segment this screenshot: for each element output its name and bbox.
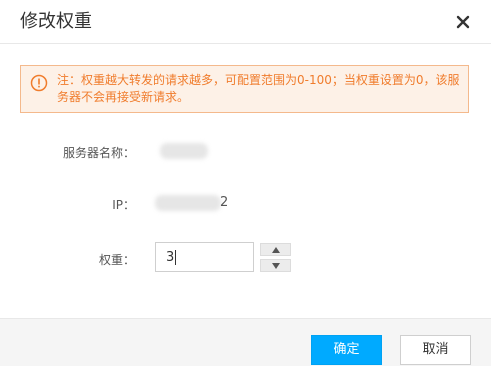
notice-banner: 注：权重越大转发的请求越多，可配置范围为0-100；当权重设置为0，该服务器不会… xyxy=(20,65,469,113)
triangle-down-icon xyxy=(272,263,280,269)
ip-visible-suffix: 2 xyxy=(220,195,229,210)
modify-weight-dialog: 修改权重 注：权重越大转发的请求越多，可配置范围为0-100；当权重设置为0，该… xyxy=(0,0,491,366)
weight-increment-button[interactable] xyxy=(260,243,291,256)
weight-label: 权重： xyxy=(98,253,135,267)
dialog-title: 修改权重 xyxy=(20,11,92,32)
close-button[interactable] xyxy=(453,12,473,32)
weight-input[interactable]: 3 xyxy=(155,242,254,272)
dialog-header: 修改权重 xyxy=(0,0,491,44)
weight-value: 3 xyxy=(166,250,175,265)
close-icon xyxy=(456,15,470,29)
ip-label: IP： xyxy=(112,198,135,212)
server-name-redacted xyxy=(160,143,208,159)
cancel-button[interactable]: 取消 xyxy=(400,335,471,365)
warning-circle-icon xyxy=(30,74,48,92)
ok-button[interactable]: 确定 xyxy=(311,335,382,365)
notice-text: 注：权重越大转发的请求越多，可配置范围为0-100；当权重设置为0，该服务器不会… xyxy=(57,73,460,104)
text-caret xyxy=(175,250,176,265)
server-name-label: 服务器名称： xyxy=(62,146,135,160)
triangle-up-icon xyxy=(272,247,280,253)
dialog-footer: 确定 取消 xyxy=(0,318,491,366)
ip-redacted xyxy=(155,195,221,211)
weight-decrement-button[interactable] xyxy=(260,259,291,272)
